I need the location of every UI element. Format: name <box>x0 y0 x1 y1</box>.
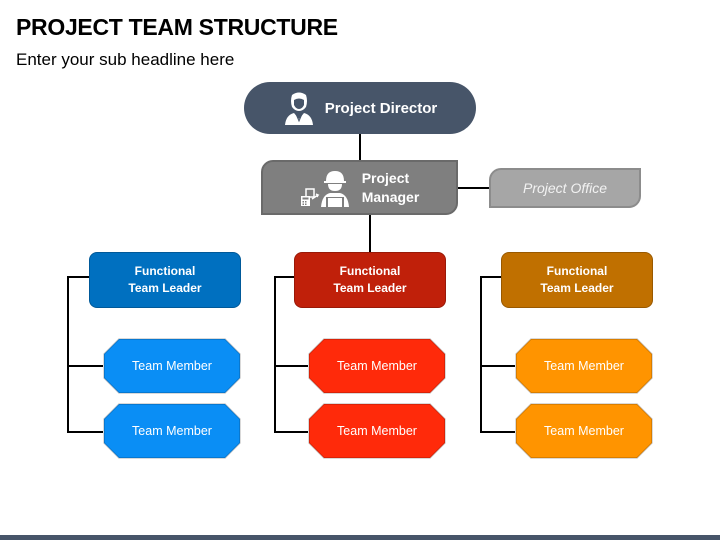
businesswoman-icon <box>284 92 313 125</box>
team-member-2-1[interactable]: Team Member <box>308 338 446 394</box>
project-director-label: Project Director <box>324 99 438 117</box>
leader-label-line1: Functional <box>339 264 401 278</box>
calculator-report-icon <box>300 187 320 206</box>
project-director-node[interactable]: Project Director <box>244 82 476 134</box>
team-member-1-1[interactable]: Team Member <box>103 338 241 394</box>
team-member-label: Team Member <box>337 359 417 373</box>
leader-label-line2: Team Leader <box>333 281 407 295</box>
engineer-hardhat-icon <box>320 170 349 207</box>
leader-label-line2: Team Leader <box>540 281 614 295</box>
leader-label-line2: Team Leader <box>128 281 202 295</box>
team-member-2-2[interactable]: Team Member <box>308 403 446 459</box>
leader-label-line1: Functional <box>134 264 196 278</box>
project-manager-label-line2: Manager <box>361 188 420 205</box>
functional-team-leader-2[interactable]: Functional Team Leader <box>294 252 446 308</box>
team-member-3-1[interactable]: Team Member <box>515 338 653 394</box>
team-member-label: Team Member <box>544 424 624 438</box>
project-manager-label-line1: Project <box>361 169 410 186</box>
team-member-label: Team Member <box>132 424 212 438</box>
team-member-label: Team Member <box>544 359 624 373</box>
team-member-3-2[interactable]: Team Member <box>515 403 653 459</box>
project-manager-node[interactable]: Project Manager <box>261 160 458 215</box>
functional-team-leader-1[interactable]: Functional Team Leader <box>89 252 241 308</box>
team-member-label: Team Member <box>337 424 417 438</box>
project-office-node[interactable]: Project Office <box>489 168 641 208</box>
team-member-1-2[interactable]: Team Member <box>103 403 241 459</box>
functional-team-leader-3[interactable]: Functional Team Leader <box>501 252 653 308</box>
project-office-label: Project Office <box>522 180 608 196</box>
leader-label-line1: Functional <box>546 264 608 278</box>
footer-bar <box>0 535 720 540</box>
team-member-label: Team Member <box>132 359 212 373</box>
